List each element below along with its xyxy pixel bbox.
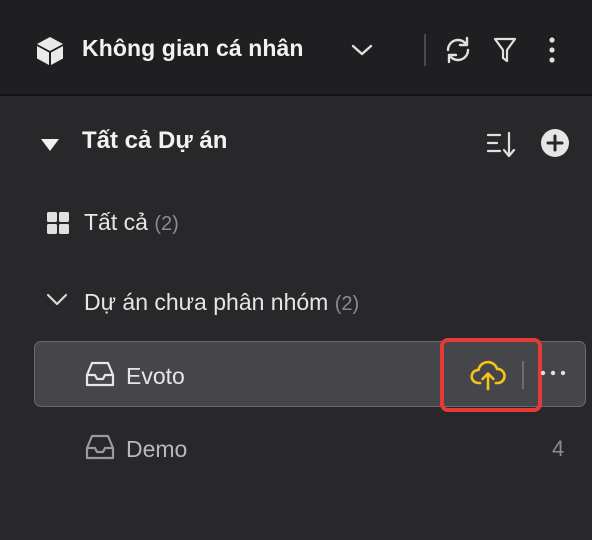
workspace-title[interactable]: Không gian cá nhân — [82, 35, 304, 62]
refresh-icon[interactable] — [442, 34, 474, 66]
row-divider — [522, 361, 524, 389]
project-count: 4 — [552, 436, 565, 461]
filter-icon[interactable] — [492, 35, 518, 65]
group-label: Dự án chưa phân nhóm — [84, 289, 329, 315]
group-count: (2) — [334, 293, 360, 315]
sort-icon[interactable] — [486, 130, 518, 160]
all-projects-count: (2) — [154, 213, 179, 235]
grid-icon — [47, 212, 69, 234]
chevron-down-icon[interactable] — [350, 41, 374, 59]
chevron-down-icon[interactable] — [46, 292, 68, 308]
more-vertical-icon[interactable] — [546, 36, 558, 66]
cloud-upload-icon[interactable] — [470, 359, 506, 391]
cube-icon — [37, 37, 63, 65]
project-name: Demo — [126, 436, 188, 462]
triangle-down-icon[interactable] — [40, 138, 60, 152]
plus-circle-icon[interactable] — [540, 128, 570, 158]
project-name: Evoto — [126, 363, 185, 389]
all-projects-item[interactable]: Tất cả (2) — [84, 209, 179, 236]
toolbar-divider — [424, 34, 426, 66]
section-title[interactable]: Tất cả Dự án — [82, 127, 227, 155]
inbox-icon — [85, 361, 115, 387]
inbox-icon — [85, 434, 115, 460]
all-projects-label: Tất cả — [84, 209, 148, 235]
project-row-demo[interactable] — [34, 414, 586, 480]
more-horizontal-icon[interactable] — [540, 368, 566, 378]
ungrouped-projects-group[interactable]: Dự án chưa phân nhóm (2) — [84, 289, 359, 316]
